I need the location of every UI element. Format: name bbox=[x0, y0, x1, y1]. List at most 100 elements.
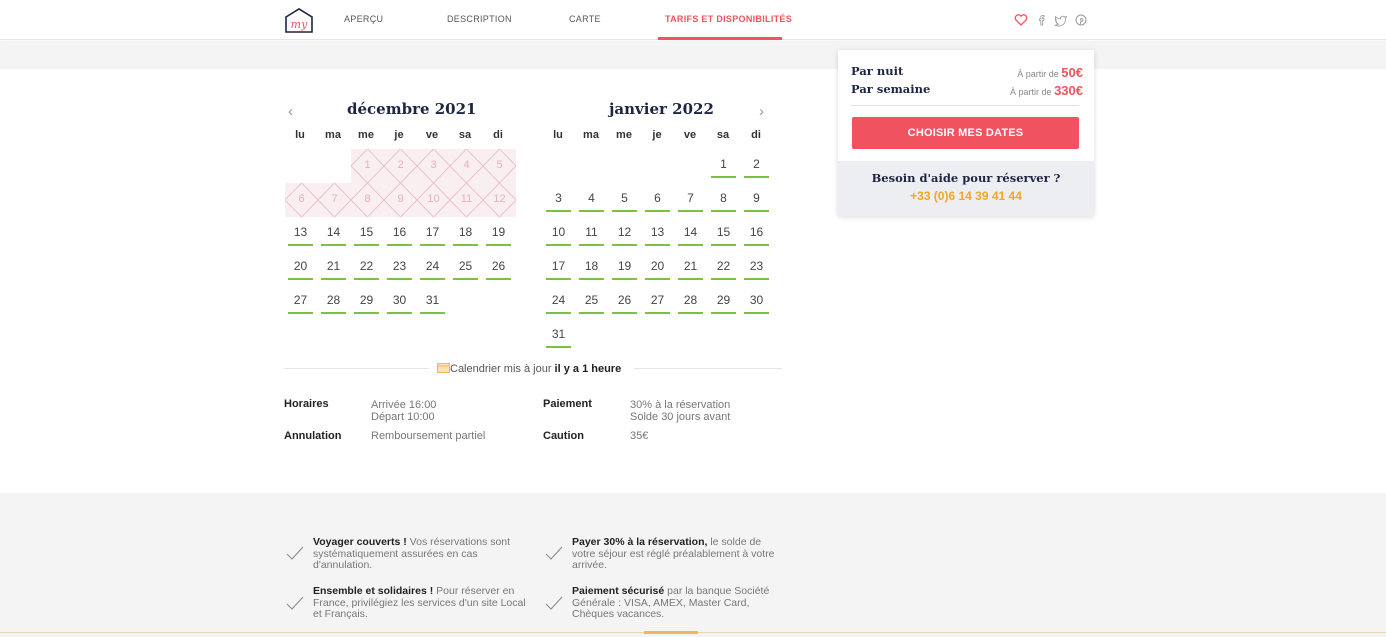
available-underline bbox=[453, 244, 478, 246]
calendar-day[interactable]: 21 bbox=[321, 256, 346, 280]
calendar-day[interactable]: 14 bbox=[678, 222, 703, 246]
calendar-day[interactable]: 25 bbox=[453, 256, 478, 280]
calendar-day-number: 11 bbox=[585, 225, 598, 239]
available-underline bbox=[744, 312, 769, 314]
price-night-row: Par nuit À partir de 50€ bbox=[851, 63, 1083, 80]
available-underline bbox=[288, 312, 313, 314]
calendar-day[interactable]: 4 bbox=[579, 188, 604, 212]
arrival-time: Arrivée 16:00 bbox=[371, 399, 437, 411]
from-label: À partir de bbox=[1010, 87, 1052, 97]
calendar-day[interactable]: 25 bbox=[579, 290, 604, 314]
calendar-day[interactable]: 15 bbox=[711, 222, 736, 246]
pinterest-icon[interactable] bbox=[1074, 13, 1088, 27]
perk-payment: Payer 30% à la réservation, le solde de … bbox=[572, 536, 780, 572]
calendar-day[interactable]: 8 bbox=[711, 188, 736, 212]
available-underline bbox=[612, 244, 637, 246]
calendar-day[interactable]: 18 bbox=[579, 256, 604, 280]
calendar-day[interactable]: 5 bbox=[612, 188, 637, 212]
available-underline bbox=[678, 278, 703, 280]
footer-accent bbox=[644, 631, 698, 634]
calendar-day[interactable]: 30 bbox=[744, 290, 769, 314]
calendar-day[interactable]: 27 bbox=[288, 290, 313, 314]
calendar-day[interactable]: 22 bbox=[711, 256, 736, 280]
calendar-day[interactable]: 31 bbox=[420, 290, 445, 314]
calendar-day-number: 6 bbox=[298, 193, 305, 205]
help-phone[interactable]: +33 (0)6 14 39 41 44 bbox=[838, 189, 1094, 203]
tab-apercu[interactable]: APERÇU bbox=[344, 14, 383, 24]
calendar-day[interactable]: 6 bbox=[645, 188, 670, 212]
tab-tarifs[interactable]: TARIFS ET DISPONIBILITÉS bbox=[665, 14, 792, 24]
heart-icon[interactable] bbox=[1014, 13, 1028, 27]
calendar-day-number: 13 bbox=[650, 225, 665, 239]
calendar-day[interactable]: 18 bbox=[453, 222, 478, 246]
calendar-day[interactable]: 28 bbox=[678, 290, 703, 314]
available-underline bbox=[612, 312, 637, 314]
facebook-icon[interactable] bbox=[1035, 13, 1049, 27]
calendar-day[interactable]: 20 bbox=[645, 256, 670, 280]
available-underline bbox=[645, 210, 670, 212]
calendar-day-number: 19 bbox=[617, 259, 632, 273]
calendar-day[interactable]: 16 bbox=[744, 222, 769, 246]
calendar-day-number: 7 bbox=[687, 191, 694, 205]
calendar-day[interactable]: 26 bbox=[486, 256, 511, 280]
calendar-day-number: 16 bbox=[749, 225, 764, 239]
calendar-day[interactable]: 11 bbox=[579, 222, 604, 246]
calendar-day[interactable]: 16 bbox=[387, 222, 412, 246]
available-underline bbox=[288, 278, 313, 280]
calendar-day-number: 31 bbox=[425, 293, 440, 307]
calendar-day[interactable]: 23 bbox=[387, 256, 412, 280]
calendar-day[interactable]: 24 bbox=[546, 290, 571, 314]
tab-carte[interactable]: CARTE bbox=[569, 14, 601, 24]
calendar-day[interactable]: 14 bbox=[321, 222, 346, 246]
calendar-day[interactable]: 29 bbox=[711, 290, 736, 314]
choose-dates-button[interactable]: CHOISIR MES DATES bbox=[852, 117, 1079, 149]
calendar-day[interactable]: 24 bbox=[420, 256, 445, 280]
available-underline bbox=[546, 312, 571, 314]
calendar-day[interactable]: 2 bbox=[744, 154, 769, 178]
logo-text: my bbox=[291, 18, 308, 31]
calendar-day[interactable]: 1 bbox=[711, 154, 736, 178]
help-title: Besoin d'aide pour réserver ? bbox=[871, 171, 1061, 185]
twitter-icon[interactable] bbox=[1054, 13, 1068, 27]
calendar-day[interactable]: 13 bbox=[288, 222, 313, 246]
calendar-day[interactable]: 22 bbox=[354, 256, 379, 280]
calendar-day-number: 17 bbox=[551, 259, 566, 273]
calendar-day[interactable]: 15 bbox=[354, 222, 379, 246]
calendar-day[interactable]: 23 bbox=[744, 256, 769, 280]
calendar-day[interactable]: 31 bbox=[546, 324, 571, 348]
logo[interactable]: my bbox=[284, 7, 314, 34]
next-month-icon[interactable]: › bbox=[759, 103, 764, 120]
calendar-day[interactable]: 3 bbox=[546, 188, 571, 212]
calendar-day[interactable]: 19 bbox=[612, 256, 637, 280]
calendar-day-unavailable: 6 bbox=[285, 183, 318, 217]
calendar-day-number: 11 bbox=[460, 193, 473, 205]
calendar-day-number: 7 bbox=[331, 193, 338, 205]
calendar-day-number: 20 bbox=[650, 259, 665, 273]
calendar-day[interactable]: 27 bbox=[645, 290, 670, 314]
calendar-day-unavailable: 10 bbox=[417, 183, 450, 217]
annulation-value: Remboursement partiel bbox=[371, 430, 486, 442]
calendar-day[interactable]: 10 bbox=[546, 222, 571, 246]
calendar-day[interactable]: 20 bbox=[288, 256, 313, 280]
calendar-day[interactable]: 28 bbox=[321, 290, 346, 314]
calendar-update-note: Calendrier mis à jour il y a 1 heure bbox=[437, 362, 621, 375]
available-underline bbox=[612, 210, 637, 212]
calendar-day[interactable]: 17 bbox=[420, 222, 445, 246]
calendar-day[interactable]: 13 bbox=[645, 222, 670, 246]
available-underline bbox=[420, 244, 445, 246]
calendar-day-number: 10 bbox=[427, 193, 440, 205]
calendar-day[interactable]: 17 bbox=[546, 256, 571, 280]
calendar-day[interactable]: 9 bbox=[744, 188, 769, 212]
calendar-day-number: 31 bbox=[551, 327, 566, 341]
calendar-day[interactable]: 29 bbox=[354, 290, 379, 314]
calendar-day[interactable]: 30 bbox=[387, 290, 412, 314]
prev-month-icon[interactable]: ‹ bbox=[288, 103, 293, 120]
tab-description[interactable]: DESCRIPTION bbox=[447, 14, 512, 24]
calendar-day[interactable]: 26 bbox=[612, 290, 637, 314]
update-prefix: Calendrier mis à jour bbox=[450, 363, 555, 375]
calendar-day[interactable]: 21 bbox=[678, 256, 703, 280]
calendar-day[interactable]: 19 bbox=[486, 222, 511, 246]
calendar-day[interactable]: 12 bbox=[612, 222, 637, 246]
calendar-day-number: 14 bbox=[683, 225, 698, 239]
calendar-day[interactable]: 7 bbox=[678, 188, 703, 212]
